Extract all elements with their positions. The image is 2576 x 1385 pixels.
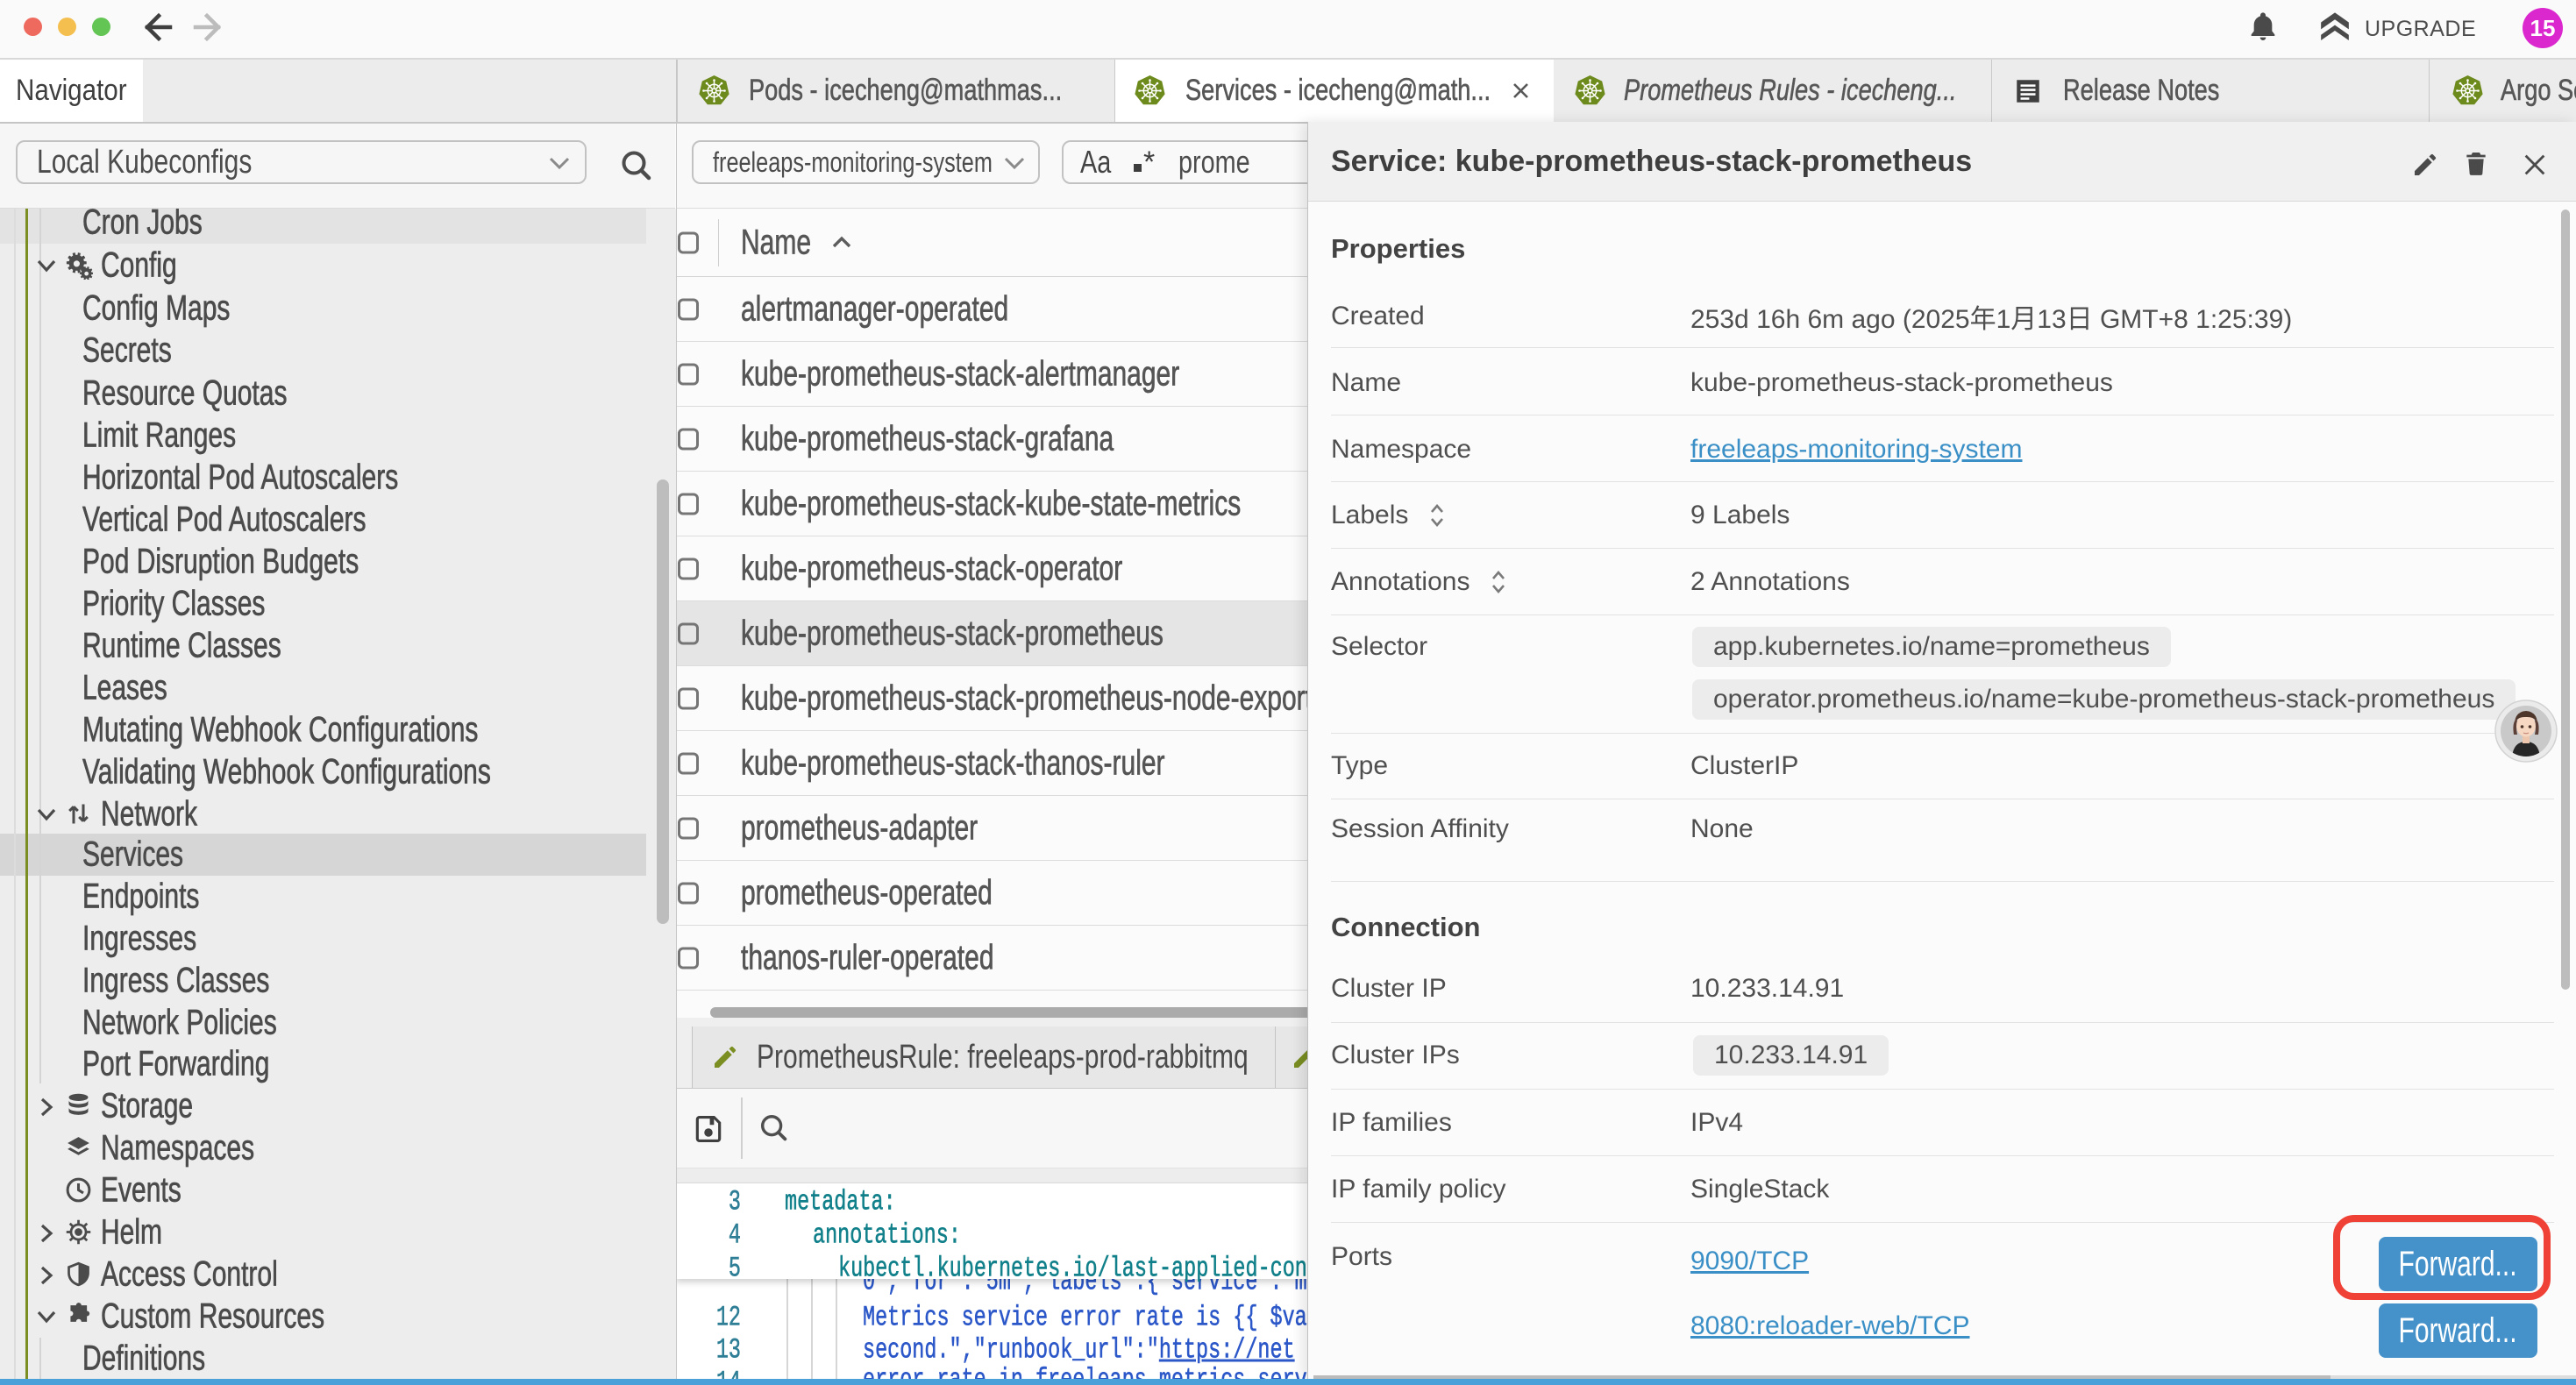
svg-text:*: * — [1143, 149, 1155, 175]
